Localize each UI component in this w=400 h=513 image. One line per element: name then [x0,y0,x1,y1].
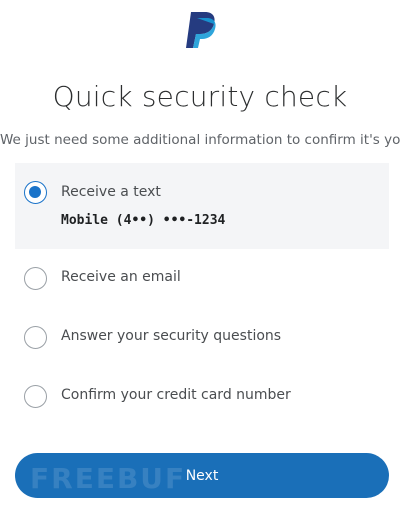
radio-selected-dot [29,186,41,198]
radio-receive-email[interactable] [24,267,47,290]
option-label-security-questions: Answer your security questions [61,328,282,344]
radio-credit-card[interactable] [24,385,47,408]
next-button[interactable]: Next [15,453,389,498]
option-label-credit-card: Confirm your credit card number [61,387,291,403]
radio-receive-text[interactable] [24,181,47,204]
masked-phone-number: Mobile (4••) •••-1234 [61,213,226,228]
page-subtitle: We just need some additional information… [0,132,400,148]
option-label-receive-text: Receive a text [61,184,161,200]
option-security-questions[interactable]: Answer your security questions [15,318,389,358]
option-label-receive-email: Receive an email [61,269,181,285]
option-receive-text[interactable]: Receive a text Mobile (4••) •••-1234 [15,163,389,249]
verification-options: Receive a text Mobile (4••) •••-1234 Rec… [15,163,389,408]
page-title: Quick security check [52,80,348,113]
option-credit-card[interactable]: Confirm your credit card number [15,377,389,417]
radio-security-questions[interactable] [24,326,47,349]
paypal-logo-icon [186,12,216,48]
option-receive-email[interactable]: Receive an email [15,259,389,299]
